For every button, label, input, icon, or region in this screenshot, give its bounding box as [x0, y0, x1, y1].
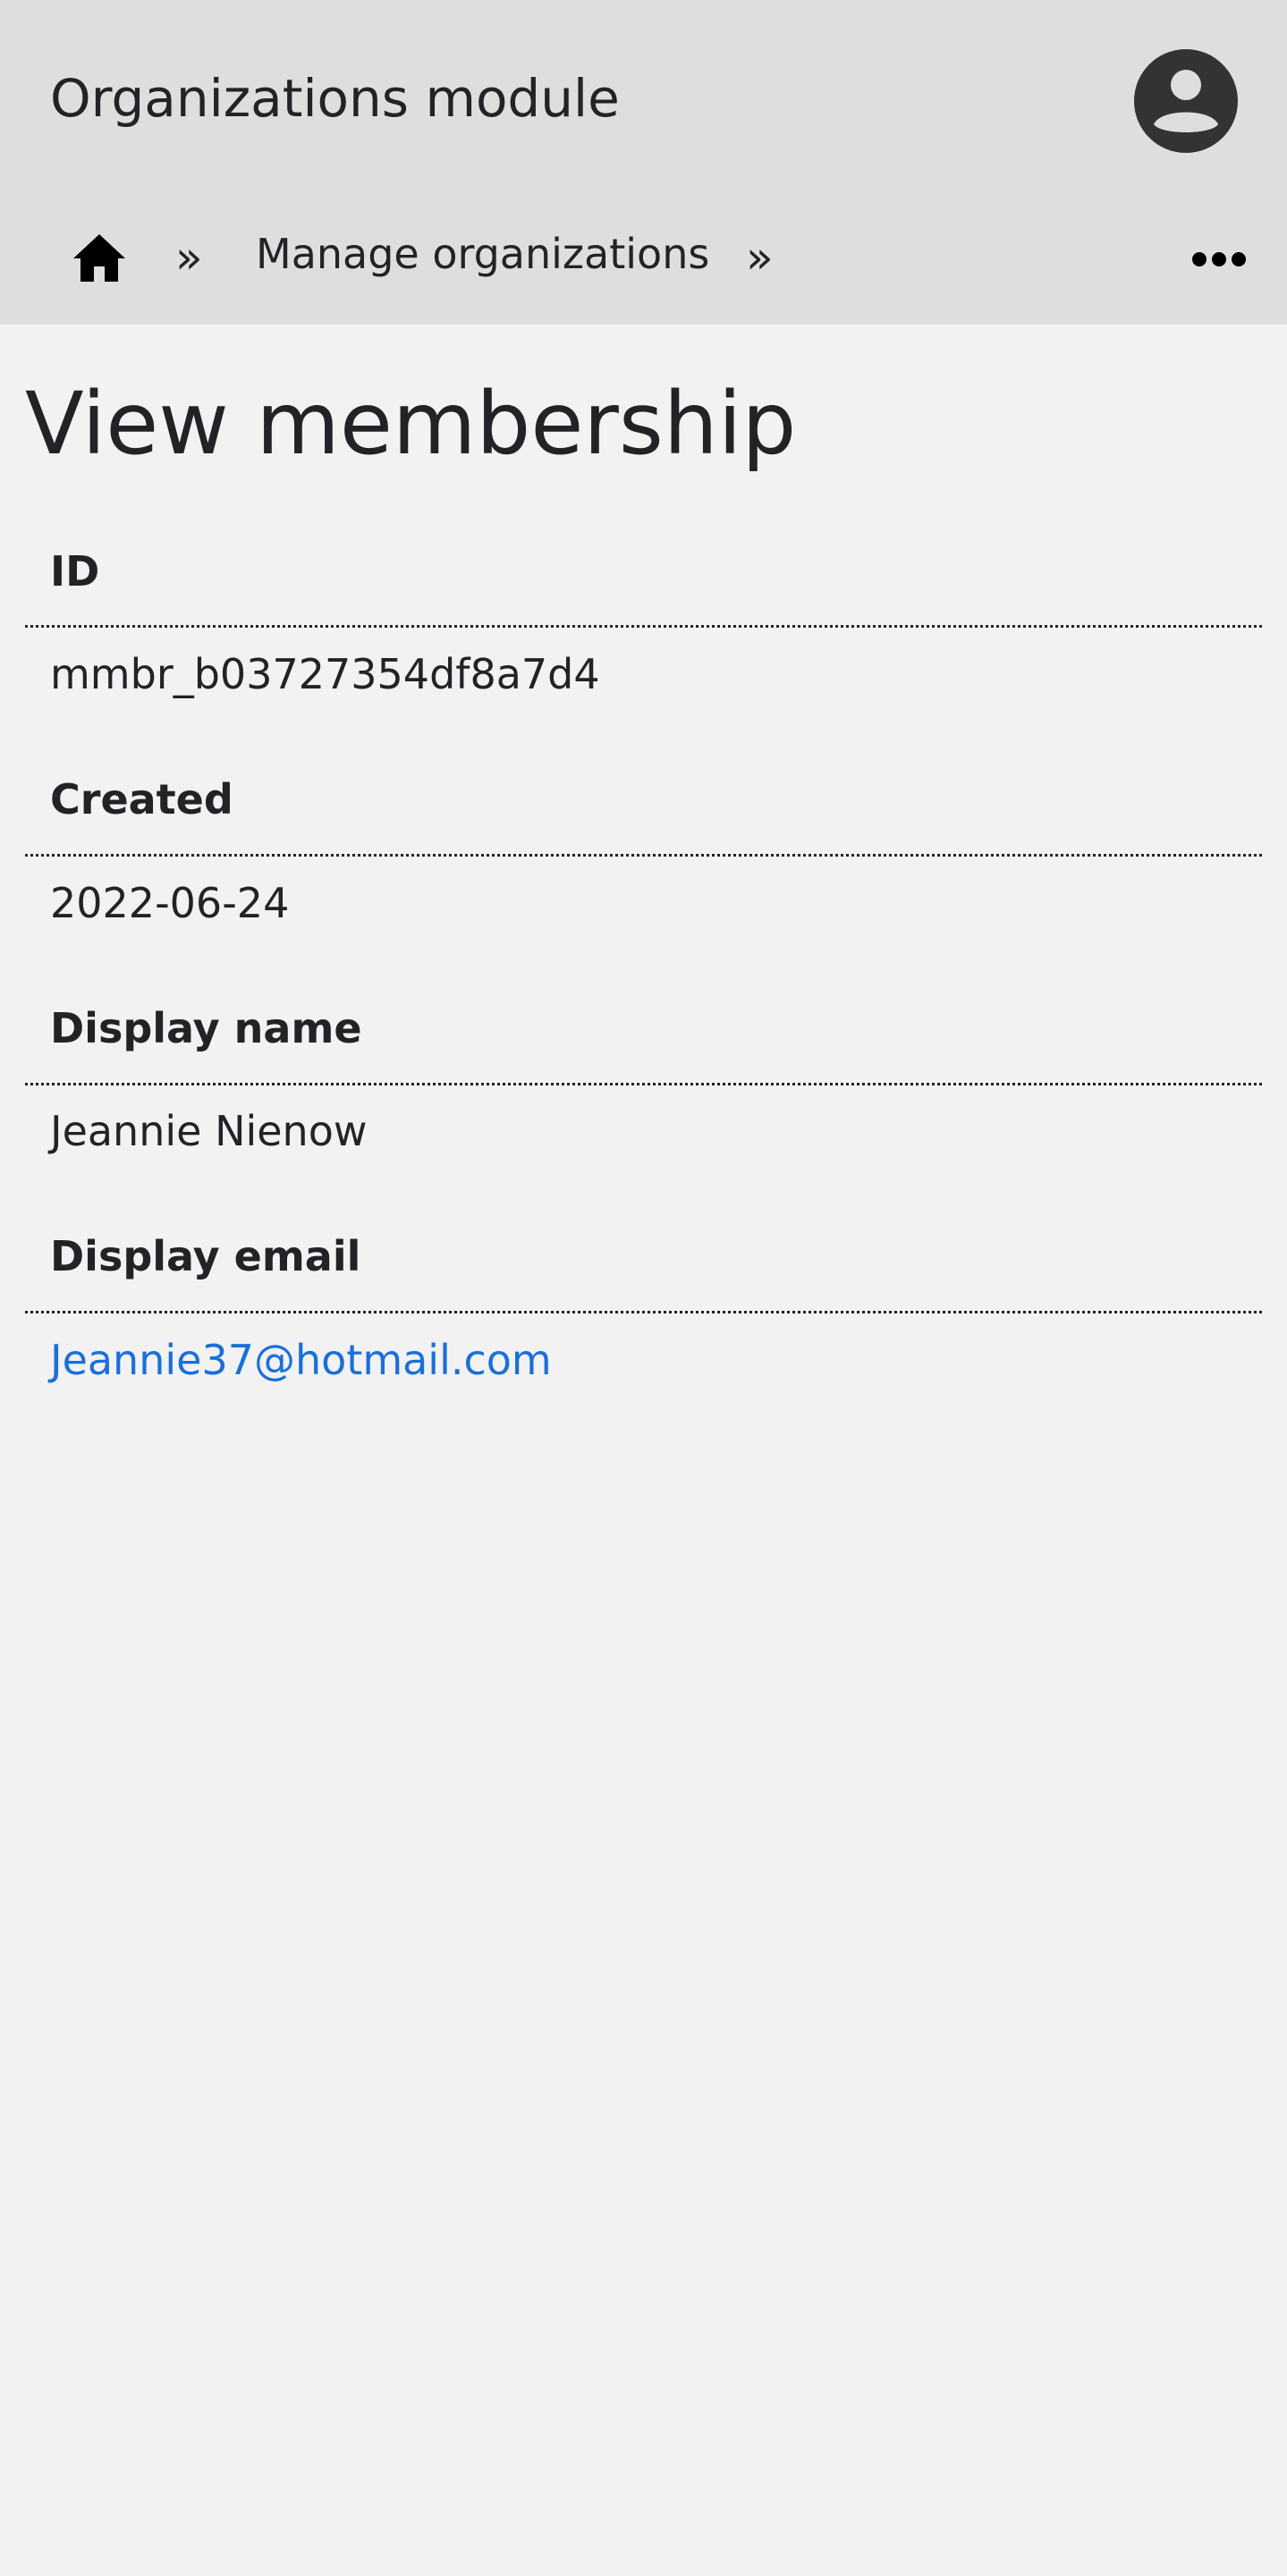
more-horizontal-icon — [1192, 252, 1246, 266]
field-label-display-email: Display email — [50, 1232, 361, 1280]
field-divider — [25, 1311, 1262, 1313]
field-label-display-name: Display name — [50, 1004, 362, 1052]
field-value-id: mmbr_b03727354df8a7d4 — [50, 650, 600, 698]
field-divider — [25, 1083, 1262, 1085]
breadcrumb-home-link[interactable] — [72, 231, 127, 286]
user-avatar-button[interactable] — [1134, 49, 1238, 153]
field-divider — [25, 625, 1262, 628]
breadcrumb-separator: » — [175, 232, 203, 283]
page: Organizations module » Manage organizati… — [0, 0, 1287, 2576]
more-options-button[interactable] — [1191, 247, 1247, 272]
page-title: View membership — [25, 374, 797, 474]
breadcrumb-manage-organizations-link[interactable]: Manage organizations — [256, 225, 709, 283]
field-divider — [25, 854, 1262, 857]
module-title: Organizations module — [50, 68, 620, 129]
field-value-display-name: Jeannie Nienow — [50, 1107, 368, 1155]
field-value-created: 2022-06-24 — [50, 879, 290, 927]
top-bar: Organizations module » Manage organizati… — [0, 0, 1287, 325]
home-icon — [73, 234, 125, 282]
field-label-id: ID — [50, 547, 100, 595]
breadcrumb-separator: » — [746, 232, 774, 283]
field-label-created: Created — [50, 775, 233, 823]
user-avatar-icon — [1134, 49, 1238, 153]
display-email-link[interactable]: Jeannie37@hotmail.com — [50, 1333, 552, 1387]
